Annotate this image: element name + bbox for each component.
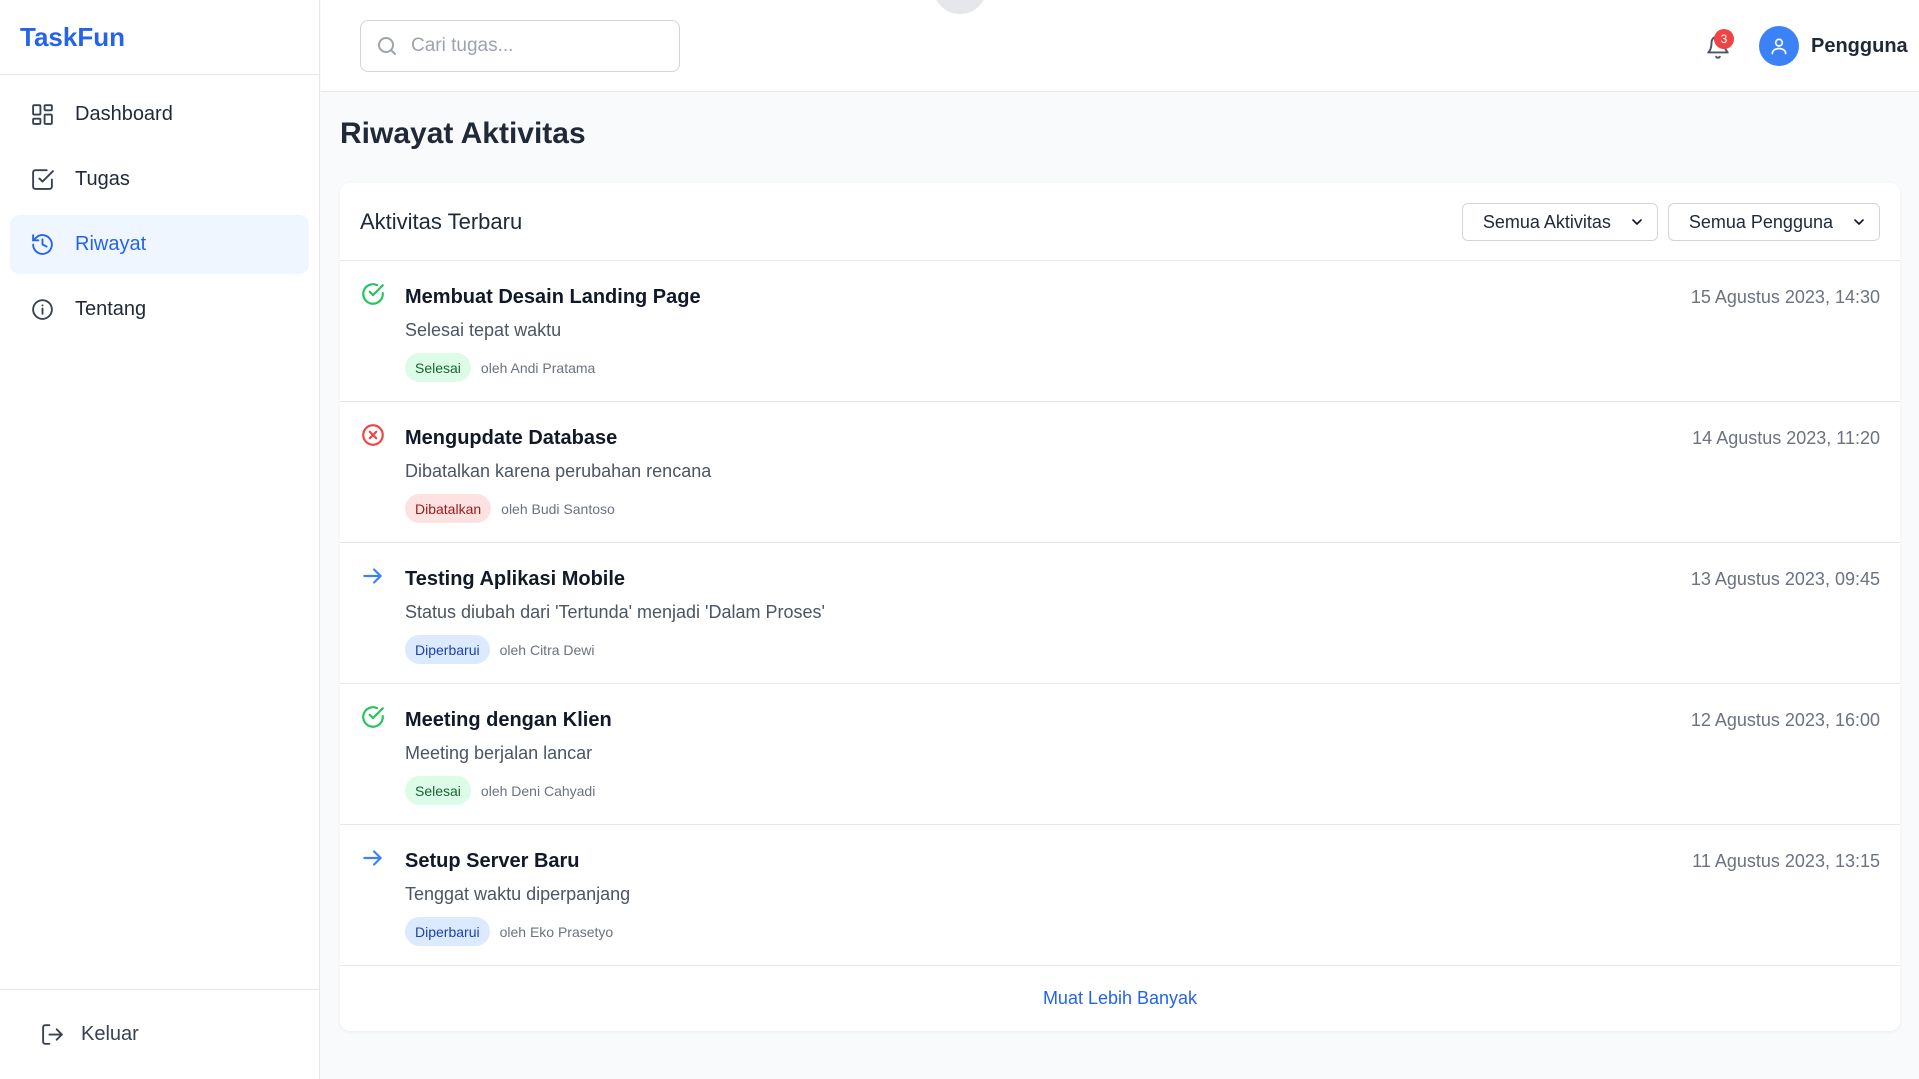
user-filter-value: Semua Pengguna bbox=[1688, 211, 1833, 232]
check-circle-icon bbox=[360, 281, 386, 307]
filters: Semua Aktivitas Semua Pengguna bbox=[1461, 203, 1880, 241]
info-icon bbox=[30, 297, 55, 322]
logout-icon bbox=[40, 1022, 65, 1047]
search-box[interactable] bbox=[360, 20, 680, 72]
logout-button[interactable]: Keluar bbox=[0, 989, 320, 1079]
activity-timestamp: 13 Agustus 2023, 09:45 bbox=[1690, 569, 1880, 589]
sidebar-item-label: Dashboard bbox=[75, 103, 173, 125]
search-icon bbox=[375, 34, 399, 58]
activity-author: oleh Citra Dewi bbox=[499, 641, 595, 658]
sidebar-item-tugas[interactable]: Tugas bbox=[10, 150, 309, 209]
activity-timestamp: 12 Agustus 2023, 16:00 bbox=[1690, 710, 1880, 730]
activity-description: Tenggat waktu diperpanjang bbox=[405, 884, 631, 904]
activity-timestamp: 11 Agustus 2023, 13:15 bbox=[1692, 851, 1880, 871]
card-header: Aktivitas Terbaru Semua Aktivitas Semua … bbox=[340, 183, 1900, 261]
activity-timestamp: 14 Agustus 2023, 11:20 bbox=[1692, 428, 1880, 448]
search-input[interactable] bbox=[411, 35, 651, 57]
activity-timestamp: 15 Agustus 2023, 14:30 bbox=[1690, 287, 1880, 307]
x-circle-icon bbox=[360, 422, 386, 448]
activity-item[interactable]: Setup Server Baru Tenggat waktu diperpan… bbox=[340, 825, 1900, 966]
status-badge: Selesai bbox=[405, 776, 471, 805]
sidebar-item-riwayat[interactable]: Riwayat bbox=[10, 215, 309, 274]
activity-meta: Dibatalkan oleh Budi Santoso bbox=[405, 494, 615, 523]
avatar bbox=[1759, 26, 1799, 66]
arrow-right-icon bbox=[360, 563, 386, 589]
page-title: Riwayat Aktivitas bbox=[340, 117, 586, 150]
activity-author: oleh Deni Cahyadi bbox=[480, 782, 596, 799]
activity-title: Mengupdate Database bbox=[405, 427, 618, 449]
user-filter-select[interactable]: Semua Pengguna bbox=[1667, 203, 1880, 241]
activity-title: Membuat Desain Landing Page bbox=[405, 286, 701, 308]
arrow-right-icon bbox=[360, 845, 386, 871]
sidebar-nav: Dashboard Tugas Riwayat Tentang bbox=[0, 75, 319, 339]
activity-title: Setup Server Baru bbox=[405, 850, 580, 872]
card-title: Aktivitas Terbaru bbox=[360, 208, 523, 234]
decorative-circle bbox=[933, 0, 987, 14]
activity-description: Dibatalkan karena perubahan rencana bbox=[405, 461, 712, 481]
user-menu[interactable]: Pengguna bbox=[1759, 26, 1908, 66]
top-header: 3 Pengguna bbox=[321, 0, 1919, 92]
activity-meta: Selesai oleh Andi Pratama bbox=[405, 353, 595, 382]
notification-count-badge: 3 bbox=[1714, 29, 1734, 49]
activity-item[interactable]: Testing Aplikasi Mobile Status diubah da… bbox=[340, 543, 1900, 684]
sidebar-item-tentang[interactable]: Tentang bbox=[10, 280, 309, 339]
chevron-down-icon bbox=[1851, 214, 1867, 230]
activity-title: Testing Aplikasi Mobile bbox=[405, 568, 626, 590]
status-badge: Diperbarui bbox=[405, 635, 490, 664]
user-name: Pengguna bbox=[1811, 34, 1908, 57]
activity-item[interactable]: Mengupdate Database Dibatalkan karena pe… bbox=[340, 402, 1900, 543]
app-logo[interactable]: TaskFun bbox=[0, 0, 319, 75]
activity-author: oleh Budi Santoso bbox=[501, 500, 615, 517]
status-badge: Diperbarui bbox=[405, 917, 490, 946]
activity-author: oleh Andi Pratama bbox=[480, 359, 596, 376]
dashboard-icon bbox=[30, 102, 55, 127]
sidebar-item-label: Tugas bbox=[75, 168, 130, 190]
activity-meta: Diperbarui oleh Eko Prasetyo bbox=[405, 917, 613, 946]
activity-meta: Selesai oleh Deni Cahyadi bbox=[405, 776, 595, 805]
sidebar-item-label: Tentang bbox=[75, 298, 147, 320]
activity-filter-select[interactable]: Semua Aktivitas bbox=[1461, 203, 1658, 241]
check-circle-icon bbox=[360, 704, 386, 730]
status-badge: Dibatalkan bbox=[405, 494, 492, 523]
checkbox-icon bbox=[30, 167, 55, 192]
activity-item[interactable]: Meeting dengan Klien Meeting berjalan la… bbox=[340, 684, 1900, 825]
logout-label: Keluar bbox=[81, 1023, 139, 1045]
activity-title: Meeting dengan Klien bbox=[405, 709, 612, 731]
chevron-down-icon bbox=[1629, 214, 1645, 230]
activity-author: oleh Eko Prasetyo bbox=[499, 923, 614, 940]
activity-description: Selesai tepat waktu bbox=[405, 320, 562, 340]
activity-filter-value: Semua Aktivitas bbox=[1482, 211, 1611, 232]
sidebar-item-dashboard[interactable]: Dashboard bbox=[10, 85, 309, 144]
activity-meta: Diperbarui oleh Citra Dewi bbox=[405, 635, 595, 664]
sidebar-item-label: Riwayat bbox=[75, 233, 147, 255]
activity-description: Status diubah dari 'Tertunda' menjadi 'D… bbox=[405, 602, 825, 622]
sidebar: TaskFun Dashboard Tugas Riwayat Tentang bbox=[0, 0, 320, 1079]
activity-card: Aktivitas Terbaru Semua Aktivitas Semua … bbox=[340, 183, 1900, 1031]
status-badge: Selesai bbox=[405, 353, 471, 382]
history-icon bbox=[30, 232, 55, 257]
load-more-button[interactable]: Muat Lebih Banyak bbox=[340, 966, 1900, 1030]
activity-item[interactable]: Membuat Desain Landing Page Selesai tepa… bbox=[340, 261, 1900, 402]
activity-description: Meeting berjalan lancar bbox=[405, 743, 593, 763]
